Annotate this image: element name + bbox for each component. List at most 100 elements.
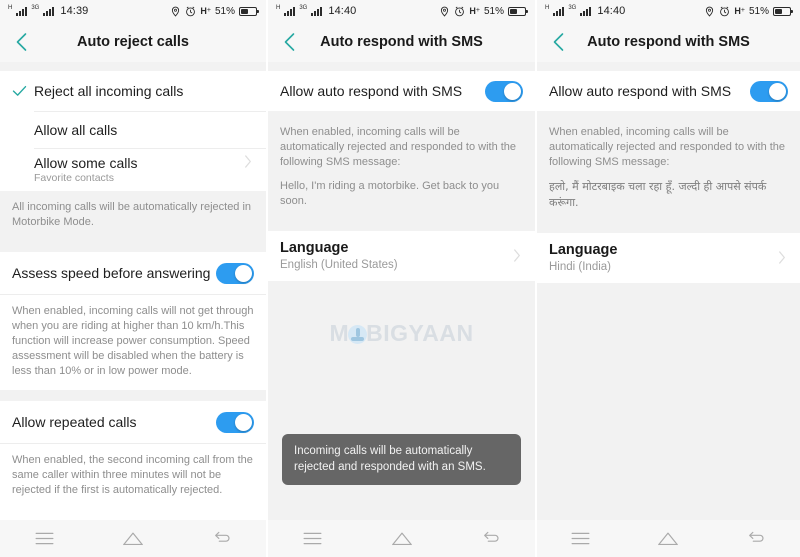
hplus-sign: + [475, 7, 480, 14]
status-bar-left: H 3G 14:40 [276, 5, 356, 17]
language-row[interactable]: Language Hindi (India) [537, 233, 800, 283]
toggle-knob [769, 82, 786, 100]
home-icon[interactable] [642, 520, 694, 557]
alarm-icon [185, 6, 196, 17]
hplus-sign: + [740, 7, 745, 14]
hplus-network-icon: H + [734, 7, 745, 16]
setting-label: Assess speed before answering [12, 265, 211, 281]
sim2-signal-icon [43, 6, 55, 16]
system-nav-bar [0, 520, 266, 557]
sim2-network-label: 3G [299, 5, 308, 11]
setting-allow-auto-respond-sms[interactable]: Allow auto respond with SMS [537, 71, 800, 111]
screen-auto-respond-sms-hindi: H 3G 14:40 H + 51% Auto respond with SMS… [535, 0, 800, 557]
sms-message-text: हलो, मैं मोटरबाइक चला रहा हूँ. जल्दी ही … [549, 180, 767, 209]
toast-text: Incoming calls will be automatically rej… [294, 445, 486, 473]
allow-repeated-calls-toggle[interactable] [216, 411, 254, 433]
hplus-network-icon: H + [469, 7, 480, 16]
chevron-right-icon [242, 155, 254, 168]
settings-content: Allow auto respond with SMS When enabled… [268, 62, 535, 520]
recents-icon[interactable] [287, 520, 339, 557]
watermark-pre: M [329, 320, 350, 346]
option-reject-all-incoming-calls[interactable]: Reject all incoming calls [0, 71, 266, 111]
status-bar: H 3G 14:40 H + 51% [268, 0, 535, 22]
status-bar-clock: 14:40 [328, 5, 357, 17]
system-nav-bar [268, 520, 535, 557]
screenshot-root: H 3G 14:39 H + 51% Auto reject calls Rej… [0, 0, 800, 557]
setting-allow-repeated-calls[interactable]: Allow repeated calls [0, 401, 266, 443]
home-icon[interactable] [107, 520, 159, 557]
sim2-network-label: 3G [31, 5, 40, 11]
battery-icon [773, 6, 793, 16]
section-gap [0, 62, 266, 71]
checkmark-icon [12, 85, 34, 97]
reject-options-note: All incoming calls will be automatically… [0, 191, 266, 241]
toggle-knob [235, 264, 252, 282]
toast-message: Incoming calls will be automatically rej… [282, 434, 521, 485]
status-bar-left: H 3G 14:39 [8, 5, 88, 17]
setting-allow-auto-respond-sms[interactable]: Allow auto respond with SMS [268, 71, 535, 111]
chevron-right-icon [511, 249, 523, 262]
sim1-network-label: H [8, 5, 13, 11]
toggle-knob [504, 82, 521, 100]
language-value: English (United States) [280, 259, 398, 271]
title-bar: Auto respond with SMS [268, 22, 535, 62]
back-icon[interactable] [465, 520, 517, 557]
battery-percent: 51% [483, 5, 504, 17]
option-label: Allow all calls [34, 122, 118, 138]
status-bar: H 3G 14:39 H + 51% [0, 0, 266, 22]
title-bar: Auto respond with SMS [537, 22, 800, 62]
status-bar: H 3G 14:40 H + 51% [537, 0, 800, 22]
sim2-signal-icon [311, 6, 323, 16]
reject-options-card: Reject all incoming calls Allow all call… [0, 71, 266, 191]
hplus-network-icon: H + [200, 7, 211, 16]
language-text-column: Language English (United States) [280, 240, 511, 271]
sim1-signal-icon [553, 6, 565, 16]
status-bar-right: H + 51% [439, 5, 528, 17]
screen-auto-reject-calls: H 3G 14:39 H + 51% Auto reject calls Rej… [0, 0, 266, 557]
back-icon[interactable] [730, 520, 782, 557]
section-gap [537, 225, 800, 233]
sim1-signal-icon [284, 6, 296, 16]
recents-icon[interactable] [18, 520, 70, 557]
option-sublabel: Favorite contacts [34, 172, 114, 184]
description-text: When enabled, incoming calls will be aut… [280, 126, 517, 168]
back-chevron-icon[interactable] [0, 22, 42, 62]
back-icon[interactable] [196, 520, 248, 557]
sim1-signal-icon [16, 6, 28, 16]
back-chevron-icon[interactable] [537, 22, 579, 62]
setting-label: Allow repeated calls [12, 414, 137, 430]
auto-respond-sms-toggle[interactable] [485, 80, 523, 102]
language-text-column: Language Hindi (India) [549, 242, 776, 273]
option-allow-all-calls[interactable]: Allow all calls [0, 112, 266, 148]
auto-respond-sms-toggle[interactable] [750, 80, 788, 102]
back-chevron-icon[interactable] [268, 22, 310, 62]
status-bar-right: H + 51% [704, 5, 793, 17]
option-label: Reject all incoming calls [34, 83, 184, 99]
status-bar-right: H + 51% [170, 5, 259, 17]
sim2-network-label: 3G [568, 5, 577, 11]
settings-content: Allow auto respond with SMS When enabled… [537, 62, 800, 520]
watermark-post: BIGYAAN [366, 320, 474, 346]
alarm-icon [454, 6, 465, 17]
hplus-sign: + [206, 7, 211, 14]
note-text: All incoming calls will be automatically… [12, 201, 252, 228]
status-bar-clock: 14:39 [60, 5, 89, 17]
battery-percent: 51% [748, 5, 769, 17]
battery-percent: 51% [214, 5, 235, 17]
language-row[interactable]: Language English (United States) [268, 231, 535, 281]
title-bar: Auto reject calls [0, 22, 266, 62]
recents-icon[interactable] [555, 520, 607, 557]
assess-speed-toggle[interactable] [216, 262, 254, 284]
sms-message-text: Hello, I'm riding a motorbike. Get back … [280, 180, 500, 207]
option-allow-some-calls[interactable]: Allow some calls Favorite contacts [0, 149, 266, 191]
auto-respond-description-block: When enabled, incoming calls will be aut… [537, 115, 800, 225]
allow-repeated-calls-note: When enabled, the second incoming call f… [0, 444, 266, 509]
setting-assess-speed[interactable]: Assess speed before answering [0, 252, 266, 294]
language-label: Language [280, 240, 349, 256]
location-pin-icon [704, 6, 715, 17]
home-icon[interactable] [376, 520, 428, 557]
sim1-network-label: H [276, 5, 281, 11]
section-gap [268, 62, 535, 71]
mobigyaan-watermark: M BIGYAAN [268, 320, 535, 347]
status-bar-left: H 3G 14:40 [545, 5, 625, 17]
